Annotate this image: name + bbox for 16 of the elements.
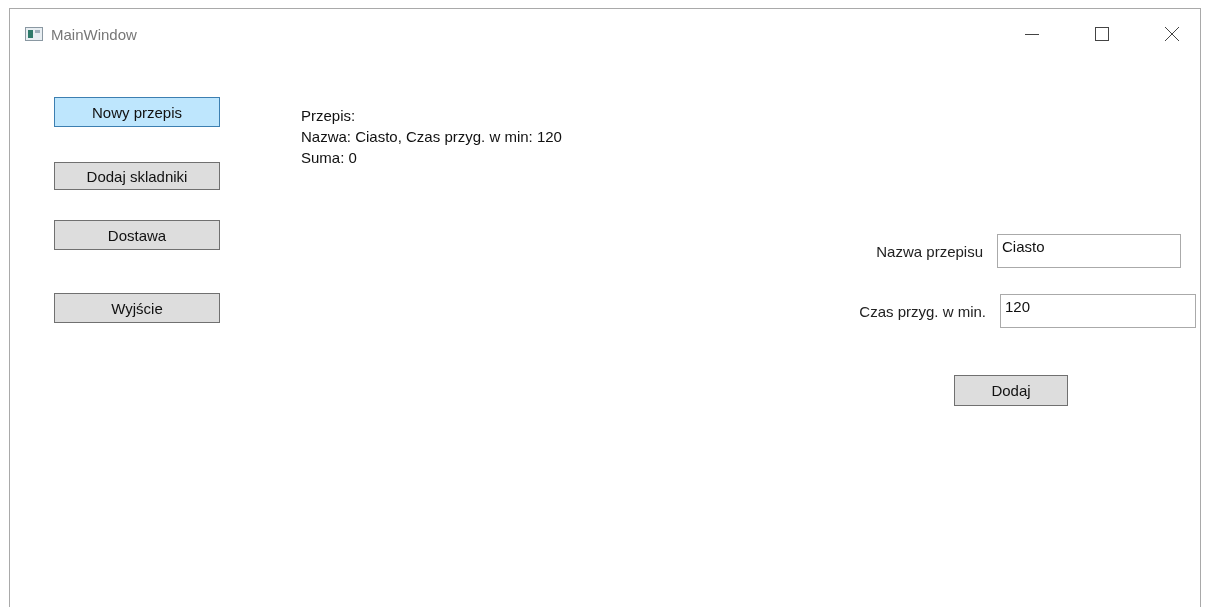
app-icon bbox=[25, 27, 43, 41]
field-label: Czas przyg. w min. bbox=[859, 302, 986, 320]
summary-text: Przepis: bbox=[301, 106, 357, 126]
menu-button[interactable]: Dostawa bbox=[54, 220, 220, 250]
menu-button[interactable]: Wyjście bbox=[54, 293, 220, 323]
maximize-icon[interactable] bbox=[1094, 26, 1110, 42]
menu-button[interactable]: Nowy przepis bbox=[54, 97, 220, 127]
input-field[interactable]: 120 bbox=[1000, 294, 1196, 328]
field-label: Nazwa przepisu bbox=[876, 242, 983, 260]
window-title: MainWindow bbox=[51, 25, 137, 43]
add-button[interactable]: Dodaj bbox=[954, 375, 1068, 406]
input-field[interactable]: Ciasto bbox=[997, 234, 1181, 268]
close-icon[interactable] bbox=[1164, 26, 1180, 42]
summary-text: Nazwa: Ciasto, Czas przyg. w min: 120 bbox=[301, 127, 562, 147]
summary-text: Suma: 0 bbox=[301, 148, 358, 168]
menu-button[interactable]: Dodaj skladniki bbox=[54, 162, 220, 190]
